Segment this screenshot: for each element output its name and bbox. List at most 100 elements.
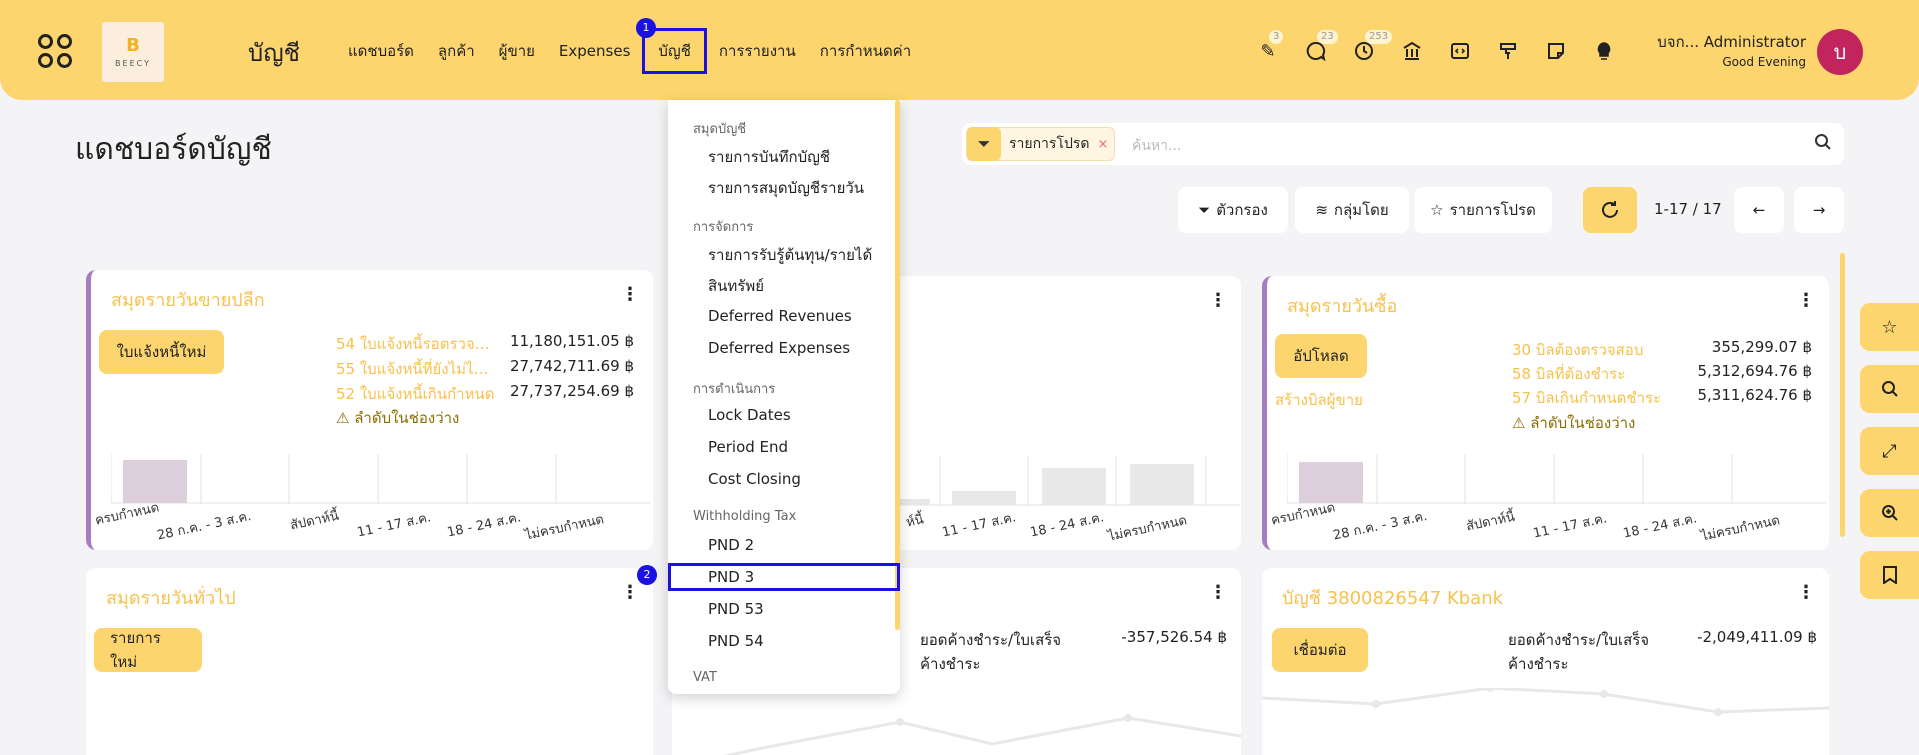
card-title[interactable]: สมุดรายวันขายปลีก xyxy=(111,285,265,314)
step-marker-1: 1 xyxy=(636,18,656,38)
purchase-bar-chart xyxy=(1287,454,1827,504)
middle-line-chart xyxy=(723,714,1241,755)
tool-icon[interactable] xyxy=(1495,38,1521,64)
axis-label: 28 ก.ค. - 3 ส.ค. xyxy=(1331,509,1429,544)
group-by-button[interactable]: ≋ กลุ่มโดย xyxy=(1295,187,1409,233)
dropdown-scrollbar[interactable] xyxy=(895,100,900,630)
menu-item-cost-closing[interactable]: Cost Closing xyxy=(708,470,801,488)
gap-warning[interactable]: ⚠ ลำดับในช่องว่าง xyxy=(1512,411,1635,435)
pager-next-button[interactable]: → xyxy=(1794,187,1844,233)
menu-item-lock-dates[interactable]: Lock Dates xyxy=(708,406,791,424)
nav-expenses[interactable]: Expenses xyxy=(547,28,642,74)
stat-label[interactable]: 54 ใบแจ้งหนี้รอตรวจสอบ xyxy=(336,332,496,356)
connect-button[interactable]: เชื่อมต่อ xyxy=(1272,628,1368,672)
search-input[interactable]: ค้นหา... xyxy=(1132,135,1181,157)
nav-vendors[interactable]: ผู้ขาย xyxy=(487,28,547,74)
menu-item-pnd-3[interactable]: PND 3 xyxy=(708,568,754,586)
chart-bar[interactable] xyxy=(1130,464,1194,505)
bookmark-icon xyxy=(1882,566,1897,584)
nav-customers[interactable]: ลูกค้า xyxy=(426,28,487,74)
upload-button[interactable]: อัปโหลด xyxy=(1275,334,1367,378)
search-icon[interactable] xyxy=(1814,133,1832,156)
company-logo[interactable]: B BEECY xyxy=(102,22,164,82)
refresh-icon xyxy=(1602,201,1618,218)
axis-label: ครบกำหนด xyxy=(1269,500,1337,529)
refresh-button[interactable] xyxy=(1583,187,1637,233)
search-tool-button[interactable] xyxy=(1860,365,1919,413)
nav-reporting[interactable]: การรายงาน xyxy=(707,28,808,74)
zoom-tool-button[interactable] xyxy=(1860,489,1919,537)
chart-bar[interactable] xyxy=(952,491,1016,505)
chart-bar[interactable] xyxy=(1042,468,1106,505)
menu-item-period-end[interactable]: Period End xyxy=(708,438,788,456)
bookmark-tool-button[interactable] xyxy=(1860,551,1919,599)
top-bar: B BEECY บัญชี แดชบอร์ด ลูกค้า ผู้ขาย Exp… xyxy=(0,0,1919,100)
kebab-menu-icon[interactable]: ⋮ xyxy=(1797,582,1815,603)
new-entry-button[interactable]: รายการใหม่ xyxy=(94,628,202,672)
menu-item-recognition[interactable]: รายการรับรู้ต้นทุน/รายได้ xyxy=(708,243,872,267)
menu-item-pnd-53[interactable]: PND 53 xyxy=(708,600,764,618)
bank-icon[interactable] xyxy=(1399,38,1425,64)
stat-label[interactable]: 55 ใบแจ้งหนี้ที่ยังไม่ได้ชำระ xyxy=(336,357,496,381)
menu-section-header: การจัดการ xyxy=(693,220,754,235)
kebab-menu-icon[interactable]: ⋮ xyxy=(621,284,639,305)
stat-label[interactable]: 30 บิลต้องตรวจสอบ xyxy=(1512,338,1677,362)
new-invoice-button[interactable]: ใบแจ้งหนี้ใหม่ xyxy=(99,330,224,374)
main-nav: แดชบอร์ด ลูกค้า ผู้ขาย Expenses บัญชี กา… xyxy=(336,28,923,74)
close-icon[interactable]: × xyxy=(1097,137,1108,152)
filter-button[interactable]: ⏷ ตัวกรอง xyxy=(1178,187,1288,233)
sales-journal-card: สมุดรายวันขายปลีก ⋮ ใบแจ้งหนี้ใหม่ 54 ใบ… xyxy=(86,270,653,550)
note-icon[interactable] xyxy=(1543,38,1569,64)
search-facet[interactable]: ⏷ รายการโปรด × xyxy=(966,127,1116,161)
stat-value: 5,312,694.76 ฿ xyxy=(1697,362,1812,380)
accounting-dropdown-menu: สมุดบัญชี รายการบันทึกบัญชี รายการสมุดบั… xyxy=(668,100,900,694)
stat-label[interactable]: 57 บิลเกินกำหนดชำระ xyxy=(1512,386,1677,410)
card-title[interactable]: สมุดรายวันทั่วไป xyxy=(106,583,236,612)
card-title[interactable]: สมุดรายวันซื้อ xyxy=(1287,291,1397,320)
axis-label: สัปดาห์นี้ xyxy=(288,508,341,534)
menu-item-deferred-revenues[interactable]: Deferred Revenues xyxy=(708,307,852,325)
stat-label[interactable]: 52 ใบแจ้งหนี้เกินกำหนด xyxy=(336,382,496,406)
bulb-icon[interactable] xyxy=(1591,38,1617,64)
menu-section-header: การดำเนินการ xyxy=(693,382,776,397)
menu-item-journal-items[interactable]: รายการสมุดบัญชีรายวัน xyxy=(708,176,864,200)
menu-item-pnd-54[interactable]: PND 54 xyxy=(708,632,764,650)
create-vendor-bill-link[interactable]: สร้างบิลผู้ขาย xyxy=(1275,388,1363,412)
chart-bar[interactable] xyxy=(900,499,930,505)
bank-line-chart xyxy=(1262,688,1829,716)
chat-icon[interactable]: 23 xyxy=(1303,30,1338,64)
search-box[interactable]: ⏷ รายการโปรด × ค้นหา... xyxy=(962,123,1844,165)
gap-warning[interactable]: ⚠ ลำดับในช่องว่าง xyxy=(336,406,459,430)
sales-bar-chart xyxy=(111,454,651,504)
favorites-button[interactable]: ☆ รายการโปรด xyxy=(1414,187,1552,233)
bank-account-card: บัญชี 3800826547 Kbank ⋮ เชื่อมต่อ ยอดค้… xyxy=(1262,568,1829,755)
user-name[interactable]: บจก... Administrator xyxy=(1656,30,1806,54)
menu-item-pnd-2[interactable]: PND 2 xyxy=(708,536,754,554)
stat-label[interactable]: 58 บิลที่ต้องชำระ xyxy=(1512,362,1677,386)
menu-section-header: Withholding Tax xyxy=(693,509,797,524)
favorite-tool-button[interactable]: ☆ xyxy=(1860,303,1919,351)
general-journal-card: สมุดรายวันทั่วไป ⋮ รายการใหม่ xyxy=(86,568,653,755)
highlight-box xyxy=(668,563,900,591)
menu-item-assets[interactable]: สินทรัพย์ xyxy=(708,274,764,298)
main-scrollbar[interactable] xyxy=(1840,253,1845,537)
code-icon[interactable] xyxy=(1447,38,1473,64)
star-icon: ☆ xyxy=(1430,201,1444,219)
kebab-menu-icon[interactable]: ⋮ xyxy=(1209,290,1227,311)
apps-menu-icon[interactable] xyxy=(38,34,72,68)
card-title[interactable]: บัญชี 3800826547 Kbank xyxy=(1282,583,1503,612)
kebab-menu-icon[interactable]: ⋮ xyxy=(621,582,639,603)
menu-item-deferred-expenses[interactable]: Deferred Expenses xyxy=(708,339,850,357)
expand-tool-button[interactable]: ⤢ xyxy=(1860,427,1919,475)
pager-previous-button[interactable]: ← xyxy=(1734,187,1784,233)
kebab-menu-icon[interactable]: ⋮ xyxy=(1797,290,1815,311)
nav-dashboard[interactable]: แดชบอร์ด xyxy=(336,28,426,74)
balance-label: ยอดค้างชำระ/ใบเสร็จค้างชำระ xyxy=(920,631,1062,673)
kebab-menu-icon[interactable]: ⋮ xyxy=(1209,582,1227,603)
clock-icon[interactable]: 253 xyxy=(1351,30,1393,64)
menu-item-journal-entries[interactable]: รายการบันทึกบัญชี xyxy=(708,145,830,169)
avatar[interactable]: บ xyxy=(1817,29,1863,75)
nav-configuration[interactable]: การกำหนดค่า xyxy=(808,28,923,74)
balance-label: ยอดค้างชำระ/ใบเสร็จค้างชำระ xyxy=(1508,631,1650,673)
edit-icon[interactable]: ✎ 3 xyxy=(1255,30,1284,64)
